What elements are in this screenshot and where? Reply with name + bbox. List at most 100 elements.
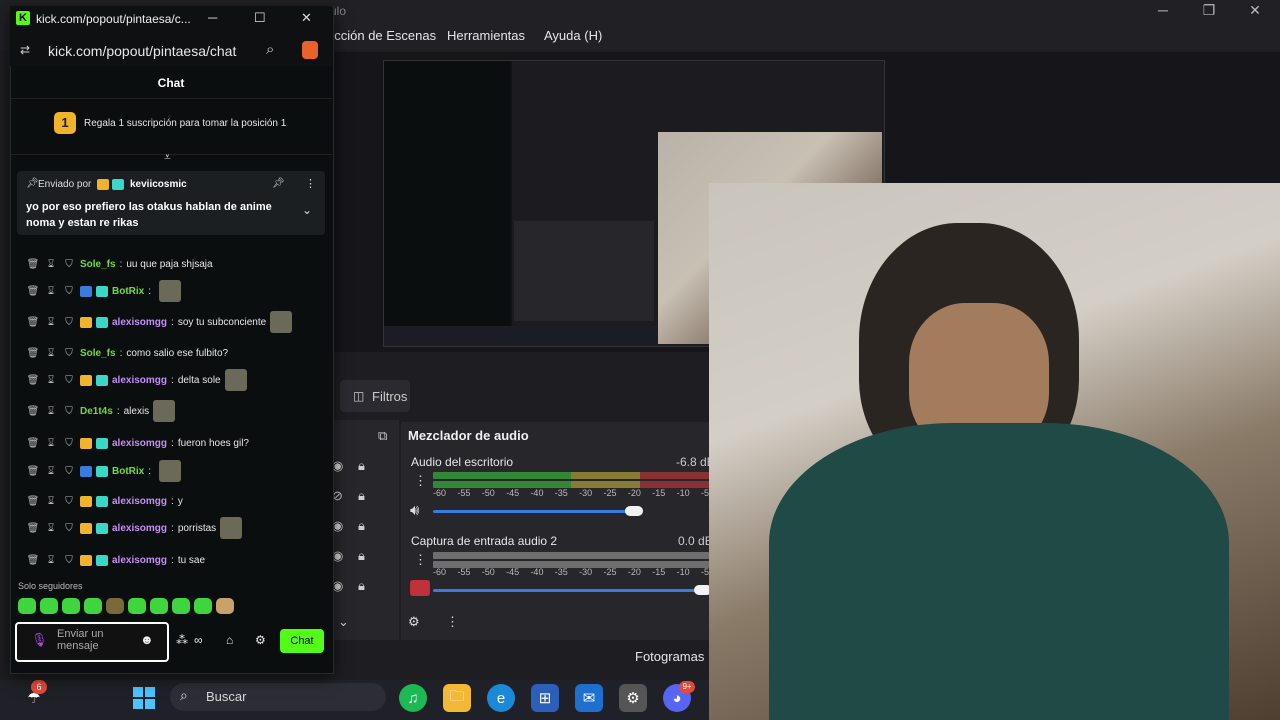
emote-icon[interactable] <box>106 598 124 614</box>
unpin-icon[interactable]: 📌︎ <box>272 178 285 189</box>
lock-icon[interactable]: 🔒︎ <box>358 488 365 504</box>
windows-start-icon[interactable] <box>130 684 158 712</box>
menu-help[interactable]: Ayuda (H) <box>544 28 602 43</box>
lock-icon[interactable]: 🔒︎ <box>358 578 365 594</box>
delete-icon[interactable]: 🗑︎ <box>26 317 40 328</box>
chat-username[interactable]: alexisomgg <box>112 496 167 507</box>
timeout-icon[interactable]: ⌛︎ <box>44 375 58 386</box>
ban-icon[interactable]: ⛉ <box>62 375 76 386</box>
close-icon[interactable]: ✕ <box>1240 2 1270 19</box>
pinned-username[interactable]: keviicosmic <box>130 179 187 190</box>
chat-username[interactable]: alexisomgg <box>112 438 167 449</box>
emote-icon[interactable] <box>62 598 80 614</box>
menu-tools[interactable]: Herramientas <box>447 28 525 43</box>
delete-icon[interactable]: 🗑︎ <box>26 286 40 297</box>
speaker-icon[interactable]: 🔊︎ <box>410 502 419 519</box>
emote-icon[interactable] <box>172 598 190 614</box>
brave-shield-icon[interactable] <box>302 41 318 59</box>
close-icon[interactable]: ✕ <box>301 10 312 26</box>
emote-icon[interactable] <box>84 598 102 614</box>
gear-icon[interactable]: ⚙ <box>408 614 420 630</box>
volume-slider[interactable] <box>433 510 633 513</box>
spotify-icon[interactable]: ♫ <box>399 684 427 712</box>
ban-icon[interactable]: ⛉ <box>62 466 76 477</box>
microphone-icon[interactable]: 🎙︎ <box>31 632 48 648</box>
ban-icon[interactable]: ⛉ <box>62 406 76 417</box>
chat-username[interactable]: De1t4s <box>80 406 113 417</box>
emoji-icon[interactable]: ☻ <box>140 632 154 647</box>
maximize-icon[interactable]: ☐ <box>254 10 266 26</box>
outlook-icon[interactable]: ✉ <box>575 684 603 712</box>
site-info-icon[interactable]: ⇄ <box>20 43 30 57</box>
ban-icon[interactable]: ⛉ <box>62 523 76 534</box>
timeout-icon[interactable]: ⌛︎ <box>44 259 58 270</box>
delete-icon[interactable]: 🗑︎ <box>26 375 40 386</box>
volume-slider-knob[interactable] <box>625 506 643 516</box>
timeout-icon[interactable]: ⌛︎ <box>44 406 58 417</box>
emote-icon[interactable] <box>194 598 212 614</box>
chat-username[interactable]: alexisomgg <box>112 317 167 328</box>
store-icon[interactable]: ⊞ <box>531 684 559 712</box>
delete-icon[interactable]: 🗑︎ <box>26 523 40 534</box>
delete-icon[interactable]: 🗑︎ <box>26 496 40 507</box>
more-vert-icon[interactable]: ⋮ <box>414 552 427 568</box>
chevron-down-icon[interactable]: ⌄ <box>302 203 312 217</box>
chat-username[interactable]: BotRix <box>112 466 144 477</box>
timeout-icon[interactable]: ⌛︎ <box>44 317 58 328</box>
chat-username[interactable]: BotRix <box>112 286 144 297</box>
timeout-icon[interactable]: ⌛︎ <box>44 286 58 297</box>
ban-icon[interactable]: ⛉ <box>62 317 76 328</box>
ban-icon[interactable]: ⛉ <box>62 286 76 297</box>
zoom-icon[interactable]: ⌕ <box>266 41 274 58</box>
people-icon[interactable]: ⁂ <box>176 633 188 647</box>
ban-icon[interactable]: ⛉ <box>62 555 76 566</box>
delete-icon[interactable]: 🗑︎ <box>26 406 40 417</box>
chat-username[interactable]: alexisomgg <box>112 523 167 534</box>
dock-icon[interactable]: ⧉ <box>378 428 387 444</box>
emote-icon[interactable] <box>128 598 146 614</box>
emote-icon[interactable] <box>40 598 58 614</box>
more-vert-icon[interactable]: ⋮ <box>414 473 427 489</box>
emote-icon[interactable] <box>150 598 168 614</box>
lock-icon[interactable]: 🔒︎ <box>358 458 365 474</box>
minimize-icon[interactable]: ─ <box>208 10 217 25</box>
emote-icon[interactable] <box>18 598 36 614</box>
send-chat-button[interactable]: Chat <box>280 629 324 653</box>
ban-icon[interactable]: ⛉ <box>62 438 76 449</box>
delete-icon[interactable]: 🗑︎ <box>26 555 40 566</box>
chevron-down-icon[interactable]: ⌄ <box>338 614 349 630</box>
lock-icon[interactable]: 🔒︎ <box>358 518 365 534</box>
edge-icon[interactable]: e <box>487 684 515 712</box>
file-explorer-icon[interactable]: 🗀 <box>443 684 471 712</box>
store-icon[interactable]: ⌂ <box>226 633 233 647</box>
timeout-icon[interactable]: ⌛︎ <box>44 438 58 449</box>
lock-icon[interactable]: 🔒︎ <box>358 548 365 564</box>
delete-icon[interactable]: 🗑︎ <box>26 438 40 449</box>
chevron-down-icon[interactable]: ⩡ <box>164 150 171 165</box>
menu-scene-collection[interactable]: ección de Escenas <box>327 28 436 43</box>
delete-icon[interactable]: 🗑︎ <box>26 466 40 477</box>
more-vert-icon[interactable]: ⋮ <box>305 177 316 190</box>
muted-speaker-icon[interactable] <box>410 580 430 596</box>
gear-icon[interactable]: ⚙ <box>255 633 266 647</box>
timeout-icon[interactable]: ⌛︎ <box>44 555 58 566</box>
more-vert-icon[interactable]: ⋮ <box>446 614 459 630</box>
taskbar-search[interactable] <box>170 683 386 711</box>
volume-slider[interactable] <box>433 589 703 592</box>
chat-username[interactable]: alexisomgg <box>112 375 167 386</box>
chat-username[interactable]: alexisomgg <box>112 555 167 566</box>
emote-icon[interactable] <box>216 598 234 614</box>
delete-icon[interactable]: 🗑︎ <box>26 348 40 359</box>
timeout-icon[interactable]: ⌛︎ <box>44 496 58 507</box>
delete-icon[interactable]: 🗑︎ <box>26 259 40 270</box>
timeout-icon[interactable]: ⌛︎ <box>44 523 58 534</box>
ban-icon[interactable]: ⛉ <box>62 348 76 359</box>
timeout-icon[interactable]: ⌛︎ <box>44 466 58 477</box>
restore-icon[interactable]: ❐ <box>1194 2 1224 19</box>
subscription-banner-text[interactable]: Regala 1 suscripción para tomar la posic… <box>84 118 286 129</box>
minimize-icon[interactable]: ─ <box>1148 2 1178 18</box>
timeout-icon[interactable]: ⌛︎ <box>44 348 58 359</box>
ban-icon[interactable]: ⛉ <box>62 496 76 507</box>
chat-username[interactable]: Sole_fs <box>80 348 116 359</box>
chat-username[interactable]: Sole_fs <box>80 259 116 270</box>
